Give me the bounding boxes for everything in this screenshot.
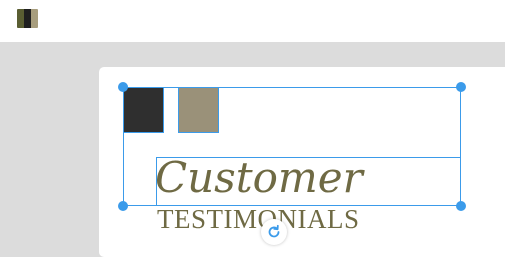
rotate-handle[interactable] <box>261 219 287 245</box>
palette-color-2 <box>24 9 31 28</box>
resize-handle-bottom-left[interactable] <box>118 201 128 211</box>
resize-handle-top-left[interactable] <box>118 82 128 92</box>
palette-swatch-icon[interactable] <box>17 9 38 28</box>
palette-color-1 <box>17 9 24 28</box>
resize-handle-bottom-right[interactable] <box>456 201 466 211</box>
title-caps-text[interactable]: TESTIMONIALS <box>157 204 360 234</box>
title-script-text[interactable]: Customer <box>155 152 363 204</box>
top-toolbar <box>0 0 505 42</box>
rotate-icon <box>268 224 280 238</box>
palette-color-3 <box>31 9 38 28</box>
resize-handle-top-right[interactable] <box>456 82 466 92</box>
